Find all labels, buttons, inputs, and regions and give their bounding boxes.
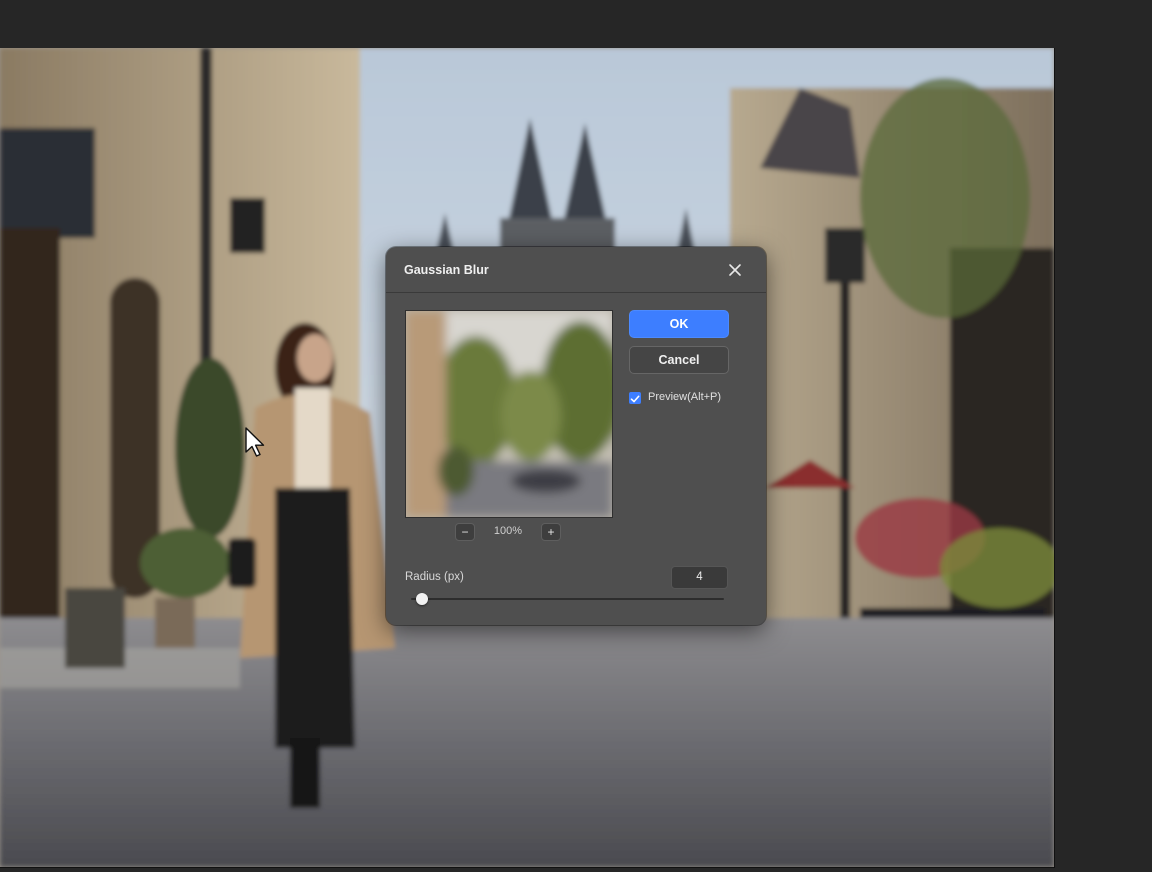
blur-preview-pane[interactable] xyxy=(405,310,613,518)
preview-checkbox-label[interactable]: Preview(Alt+P) xyxy=(648,391,721,403)
zoom-in-button[interactable]: + xyxy=(541,523,561,541)
zoom-out-button[interactable]: − xyxy=(455,523,475,541)
cancel-button[interactable]: Cancel xyxy=(629,346,729,374)
gaussian-blur-dialog: Gaussian Blur − 100% + OK Cancel Preview… xyxy=(386,247,766,625)
check-icon xyxy=(630,395,640,403)
title-divider xyxy=(386,292,766,293)
close-icon[interactable] xyxy=(726,261,744,279)
zoom-level-label: 100% xyxy=(493,525,523,537)
mouse-pointer-icon xyxy=(245,427,265,457)
radius-slider-thumb[interactable] xyxy=(416,593,429,605)
radius-label: Radius (px) xyxy=(405,571,464,583)
preview-image xyxy=(406,311,612,517)
radius-input[interactable]: 4 xyxy=(671,566,728,589)
preview-checkbox[interactable] xyxy=(629,392,641,404)
radius-slider-track[interactable] xyxy=(411,598,724,600)
dialog-title: Gaussian Blur xyxy=(404,263,489,277)
ok-button[interactable]: OK xyxy=(629,310,729,338)
